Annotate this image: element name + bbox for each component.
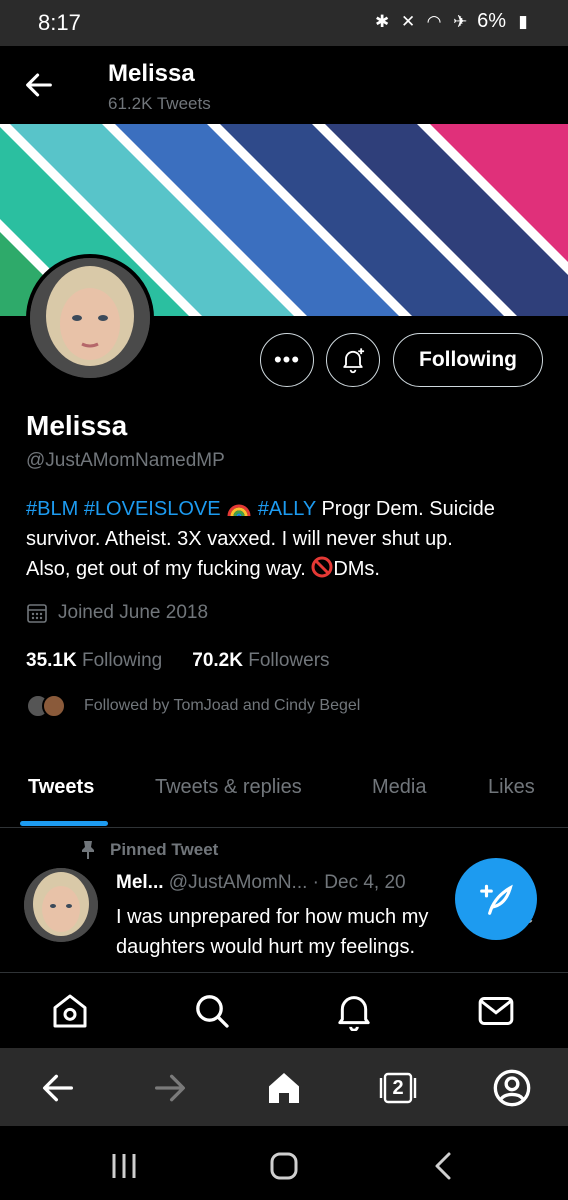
tab-media[interactable]: Media (372, 776, 426, 799)
tweet-text-line: I was unprepared for how much my (116, 906, 429, 928)
battery-icon: ▮ (518, 11, 528, 31)
status-icons: ✱ ✕ ◠ ✈ 6% ▮ (373, 10, 532, 33)
followers-count-link[interactable]: 70.2K Followers (192, 650, 329, 672)
joined-date: Joined June 2018 (26, 602, 208, 624)
pinned-text: Pinned Tweet (110, 840, 219, 859)
calendar-icon (27, 604, 47, 623)
home-icon[interactable] (50, 991, 90, 1031)
more-icon: ••• (273, 347, 301, 372)
tweet-date: · Dec 4, 20 (312, 872, 406, 893)
header-tweet-count: 61.2K Tweets (108, 94, 211, 113)
status-bar: 8:17 ✱ ✕ ◠ ✈ 6% ▮ (0, 0, 568, 46)
avatar-photo (30, 258, 150, 378)
compose-feather-icon (480, 884, 513, 915)
tweet-avatar[interactable] (24, 868, 98, 942)
bell-plus-icon (343, 348, 365, 374)
tweet-text-line: daughters would hurt my feelings. (116, 936, 416, 958)
profile-handle: @JustAMomNamedMP (26, 450, 225, 471)
tab-tweets[interactable]: Tweets (28, 776, 94, 799)
active-tab-indicator (20, 821, 108, 826)
pin-icon (82, 841, 94, 859)
followed-by[interactable]: Followed by TomJoad and Cindy Begel (26, 690, 360, 722)
browser-tabs-button[interactable]: 2 (378, 1068, 418, 1108)
followers-label: Followers (248, 650, 330, 671)
hashtag-link[interactable]: #BLM (26, 498, 78, 520)
hashtag-link[interactable]: #ALLY (258, 498, 316, 520)
home-button-icon[interactable] (264, 1146, 304, 1186)
notifications-icon[interactable] (334, 991, 374, 1031)
battery-percent: 6% (477, 10, 506, 32)
profile-name: Melissa (26, 410, 128, 441)
bio-text: DMs. (333, 558, 380, 580)
tab-count: 2 (392, 1076, 404, 1099)
bio-text: Also, get out of my fucking way. (26, 558, 306, 580)
more-options-button[interactable]: ••• (260, 333, 314, 387)
hashtag-link[interactable]: #LOVEISLOVE (84, 498, 221, 520)
profile-tabs: Tweets Tweets & replies Media Likes (0, 760, 568, 828)
browser-forward-icon[interactable] (150, 1068, 190, 1108)
following-count-link[interactable]: 35.1K Following (26, 650, 162, 672)
prohibited-icon (311, 556, 333, 578)
bottom-navigation (0, 972, 568, 1048)
airplane-icon: ✈ (452, 11, 468, 31)
back-arrow-icon[interactable] (22, 68, 56, 102)
bio-text: survivor. Atheist. 3X vaxxed. I will nev… (26, 528, 453, 550)
profile-avatar[interactable] (26, 254, 154, 382)
followed-by-avatars (26, 690, 74, 722)
tab-tweets-replies[interactable]: Tweets & replies (155, 776, 302, 799)
followers-count: 70.2K (192, 650, 243, 671)
browser-home-icon[interactable] (264, 1068, 304, 1108)
search-icon[interactable] (192, 991, 232, 1031)
following-button[interactable]: Following (393, 333, 543, 387)
joined-text: Joined June 2018 (58, 602, 209, 623)
bio-text: Progr Dem. Suicide (321, 498, 495, 520)
recent-apps-icon[interactable] (104, 1146, 144, 1186)
messages-icon[interactable] (476, 991, 516, 1031)
following-count: 35.1K (26, 650, 77, 671)
tweet-author-name[interactable]: Mel... (116, 872, 164, 893)
compose-tweet-button[interactable] (455, 858, 537, 940)
header-title: Melissa (108, 60, 195, 87)
notifications-button[interactable] (326, 333, 380, 387)
profile-bio: #BLM #LOVEISLOVE #ALLY Progr Dem. Suicid… (26, 494, 546, 584)
rainbow-icon (227, 504, 251, 517)
status-time: 8:17 (38, 10, 81, 35)
mute-icon: ✕ (400, 11, 416, 31)
followed-by-text: Followed by TomJoad and Cindy Begel (84, 697, 361, 714)
browser-back-icon[interactable] (38, 1068, 78, 1108)
follow-counts: 35.1K Following 70.2K Followers (26, 650, 330, 672)
browser-toolbar: 2 (0, 1048, 568, 1126)
wifi-icon: ◠ (426, 11, 442, 31)
system-back-icon[interactable] (424, 1146, 464, 1186)
mini-avatar (42, 694, 66, 718)
pinned-label: Pinned Tweet (80, 840, 218, 860)
tab-likes[interactable]: Likes (488, 776, 535, 799)
tweet-author-handle: @JustAMomN... (168, 872, 308, 893)
following-label: Following (81, 650, 163, 671)
profile-header: Melissa 61.2K Tweets (0, 46, 568, 124)
system-navigation (0, 1126, 568, 1200)
account-icon[interactable] (492, 1068, 532, 1108)
bluetooth-icon: ✱ (374, 11, 390, 31)
tweet-avatar-photo (24, 868, 98, 942)
